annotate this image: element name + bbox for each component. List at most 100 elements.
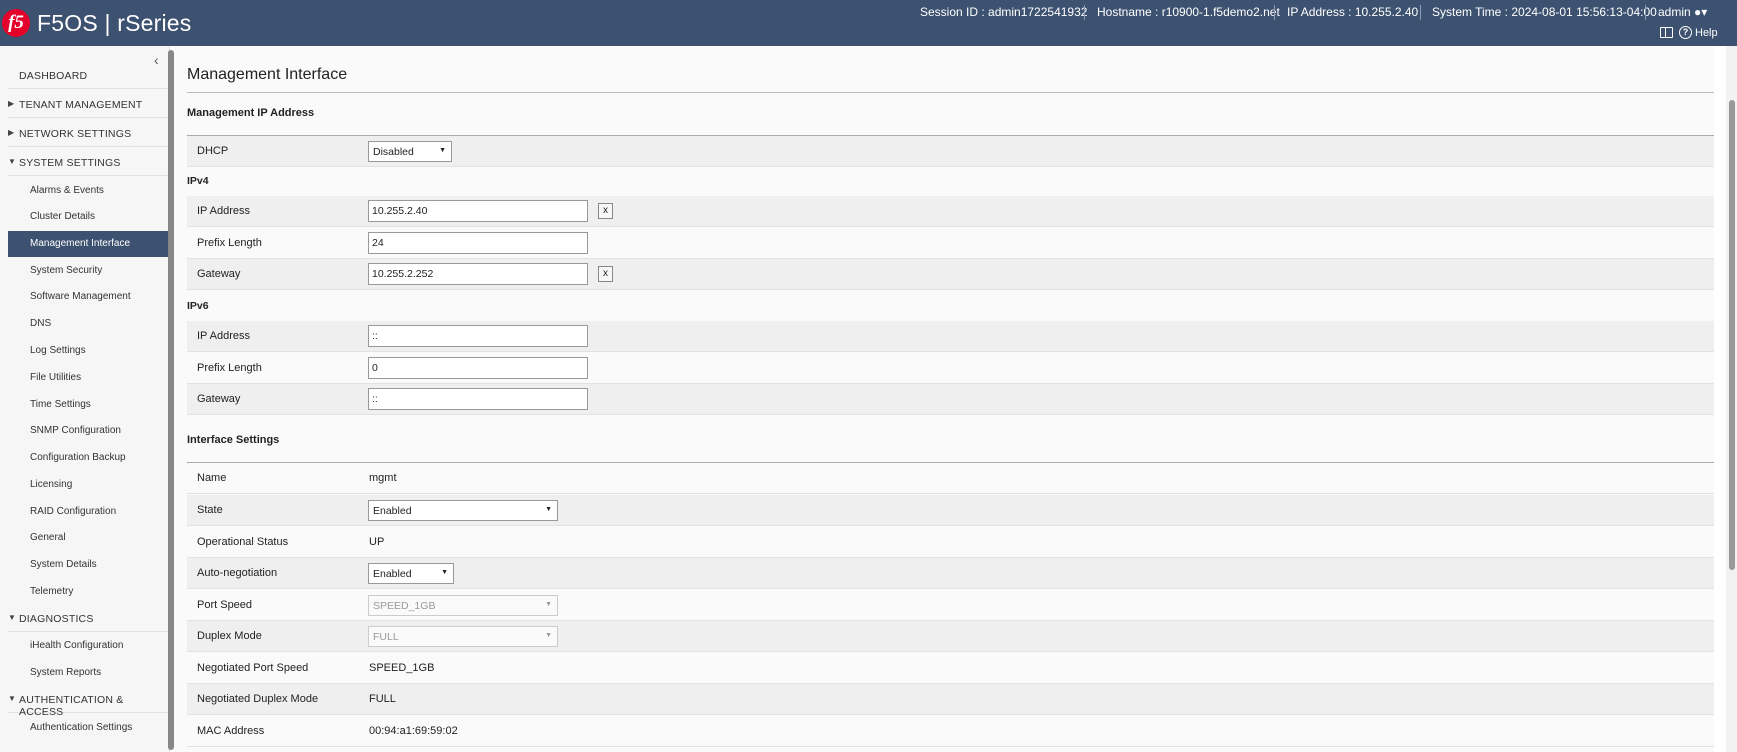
header-divider (1084, 5, 1085, 20)
sidebar-item-general[interactable]: General (8, 525, 170, 551)
nav-label: iHealth Configuration (30, 640, 124, 651)
app-title: F5OS | rSeries (37, 10, 192, 36)
caret-down-icon: ▼ (545, 601, 552, 608)
user-icon: ●▾ (1694, 5, 1708, 19)
nav-label: Licensing (30, 479, 73, 490)
ip-address: IP Address : 10.255.2.40 (1287, 5, 1419, 19)
ipv6-prefix-label: Prefix Length (197, 362, 262, 374)
negotiated-duplex-mode-label: Negotiated Duplex Mode (197, 693, 319, 705)
sidebar-item-dns[interactable]: DNS (8, 311, 170, 337)
sidebar-item-management-interface[interactable]: Management Interface (8, 231, 170, 257)
main-scrollbar[interactable] (1729, 100, 1735, 570)
duplex-mode-select-value: FULL (373, 631, 399, 643)
nav-dashboard[interactable]: DASHBOARD (8, 63, 170, 89)
main-content: Management Interface Management IP Addre… (174, 46, 1714, 752)
sidebar-item-ihealth-configuration[interactable]: iHealth Configuration (8, 633, 170, 659)
section-title-interface-settings: Interface Settings (187, 434, 280, 446)
ipv6-address-input[interactable] (368, 325, 588, 347)
row-negotiated-port-speed: Negotiated Port Speed SPEED_1GB (187, 653, 1714, 684)
sidebar-item-configuration-backup[interactable]: Configuration Backup (8, 445, 170, 471)
sidebar: ‹ DASHBOARD ▶ TENANT MANAGEMENT ▶ NETWOR… (0, 46, 170, 752)
help-icon: ? (1679, 26, 1692, 39)
sidebar-item-log-settings[interactable]: Log Settings (8, 338, 170, 364)
auto-negotiation-select[interactable]: Enabled ▼ (368, 563, 454, 584)
ipv6-prefix-input[interactable] (368, 357, 588, 379)
row-ipv4-prefix: Prefix Length (187, 228, 1714, 259)
auto-negotiation-select-value: Enabled (373, 568, 412, 580)
ipv6-address-label: IP Address (197, 330, 250, 342)
sidebar-item-system-reports[interactable]: System Reports (8, 660, 170, 686)
caret-down-icon: ▼ (441, 569, 448, 576)
nav-diagnostics[interactable]: ▼ DIAGNOSTICS (8, 606, 170, 632)
sidebar-item-authentication-settings[interactable]: Authentication Settings (8, 715, 170, 741)
nav-network-settings[interactable]: ▶ NETWORK SETTINGS (8, 121, 170, 147)
nav-system-settings[interactable]: ▼ SYSTEM SETTINGS (8, 150, 170, 176)
ipv4-address-label: IP Address (197, 205, 250, 217)
row-negotiated-duplex-mode: Negotiated Duplex Mode FULL (187, 684, 1714, 715)
nav-tenant-management[interactable]: ▶ TENANT MANAGEMENT (8, 92, 170, 118)
ipv4-prefix-input[interactable] (368, 232, 588, 254)
ipv4-gateway-input[interactable] (368, 263, 588, 285)
row-auto-negotiation: Auto-negotiation Enabled ▼ (187, 558, 1714, 589)
divider (187, 92, 1714, 93)
nav-label: TENANT MANAGEMENT (19, 99, 143, 111)
session-id: Session ID : admin1722541932 (920, 5, 1088, 19)
nav-label: Authentication Settings (30, 722, 133, 733)
negotiated-port-speed-value: SPEED_1GB (369, 662, 435, 674)
user-menu[interactable]: admin ●▾ (1658, 5, 1707, 19)
ipv4-title: IPv4 (187, 175, 209, 187)
sidebar-item-time-settings[interactable]: Time Settings (8, 392, 170, 418)
operational-status-label: Operational Status (197, 536, 289, 548)
row-ipv4-gateway: Gateway x (187, 259, 1714, 290)
header-divider (1645, 5, 1646, 20)
clear-ipv4-address-button[interactable]: x (598, 203, 613, 219)
ipv4-prefix-label: Prefix Length (197, 237, 262, 249)
sidebar-item-software-management[interactable]: Software Management (8, 284, 170, 310)
row-operational-status: Operational Status UP (187, 527, 1714, 558)
mac-address-value: 00:94:a1:69:59:02 (369, 725, 458, 737)
nav-label: Telemetry (30, 586, 74, 597)
caret-right-icon: ▶ (8, 128, 15, 137)
sidebar-item-file-utilities[interactable]: File Utilities (8, 365, 170, 391)
header-divider (1274, 5, 1275, 20)
sidebar-item-system-security[interactable]: System Security (8, 258, 170, 284)
nav-label: DIAGNOSTICS (19, 613, 94, 625)
sidebar-item-licensing[interactable]: Licensing (8, 472, 170, 498)
ipv6-title: IPv6 (187, 300, 209, 312)
mac-address-label: MAC Address (197, 725, 265, 737)
name-value: mgmt (369, 472, 397, 484)
clear-ipv4-gateway-button[interactable]: x (598, 266, 613, 282)
duplex-mode-select: FULL ▼ (368, 626, 558, 647)
port-speed-select: SPEED_1GB ▼ (368, 595, 558, 616)
port-speed-select-value: SPEED_1GB (373, 600, 436, 612)
book-icon[interactable] (1660, 27, 1673, 38)
dhcp-select[interactable]: Disabled ▼ (368, 141, 452, 162)
sidebar-item-cluster-details[interactable]: Cluster Details (8, 204, 170, 230)
dhcp-label: DHCP (197, 145, 229, 157)
help-link[interactable]: ? Help (1679, 26, 1718, 39)
nav-label: SYSTEM SETTINGS (19, 157, 121, 169)
nav-authentication-access[interactable]: ▼ AUTHENTICATION & ACCESS (8, 687, 170, 718)
ipv6-gateway-input[interactable] (368, 388, 588, 410)
nav-label: Configuration Backup (30, 452, 126, 463)
row-ipv6-gateway: Gateway (187, 384, 1714, 415)
sidebar-item-alarms-events[interactable]: Alarms & Events (8, 178, 170, 204)
duplex-mode-label: Duplex Mode (197, 630, 262, 642)
sidebar-item-snmp-configuration[interactable]: SNMP Configuration (8, 418, 170, 444)
state-select[interactable]: Enabled ▼ (368, 500, 558, 521)
caret-down-icon: ▼ (545, 632, 552, 639)
sidebar-item-raid-configuration[interactable]: RAID Configuration (8, 499, 170, 525)
ipv4-address-input[interactable] (368, 200, 588, 222)
caret-down-icon: ▼ (545, 506, 552, 513)
top-header: f5 F5OS | rSeries Session ID : admin1722… (0, 0, 1737, 46)
hostname: Hostname : r10900-1.f5demo2.net (1097, 5, 1280, 19)
section-title-management-ip: Management IP Address (187, 107, 315, 119)
sidebar-item-telemetry[interactable]: Telemetry (8, 579, 170, 605)
sidebar-item-system-details[interactable]: System Details (8, 552, 170, 578)
row-dhcp: DHCP Disabled ▼ (187, 136, 1714, 167)
ipv4-gateway-label: Gateway (197, 268, 241, 280)
nav-label: Cluster Details (30, 211, 96, 222)
caret-down-icon: ▼ (439, 147, 446, 154)
row-ipv6-prefix: Prefix Length (187, 353, 1714, 384)
user-name: admin (1658, 5, 1691, 19)
